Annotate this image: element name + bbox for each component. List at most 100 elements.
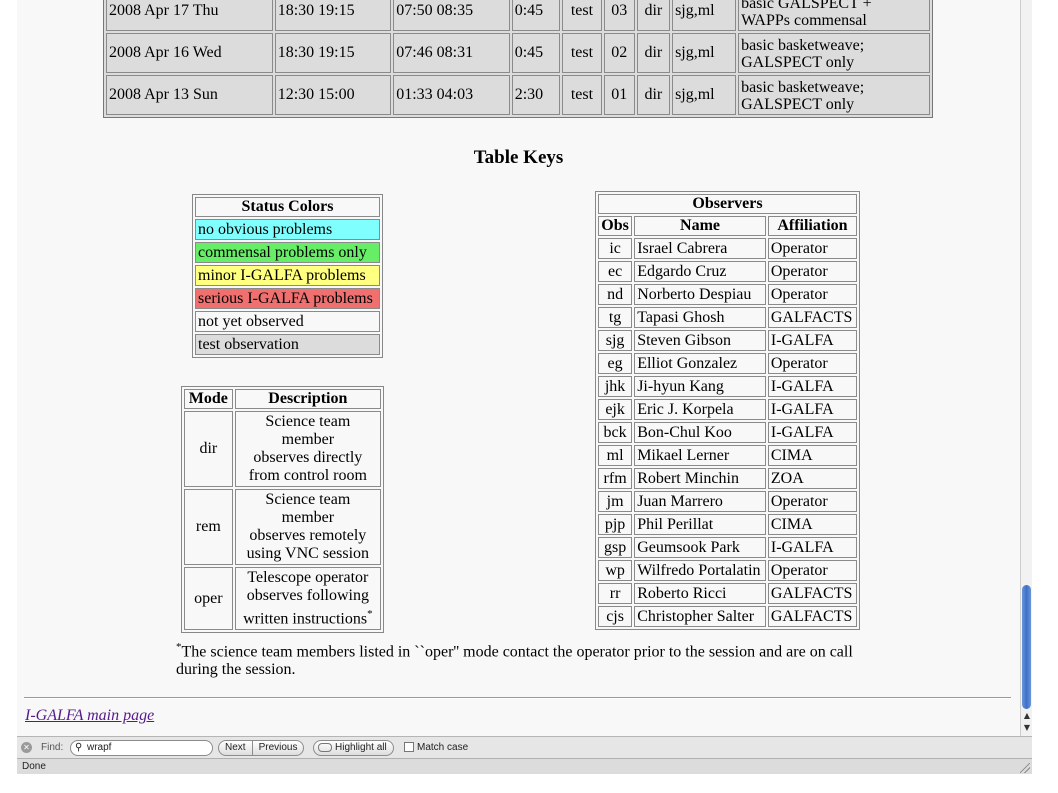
find-input-value: wrapf [87,742,112,753]
observer-row: tg Tapasi Ghosh GALFACTS [598,307,857,328]
observer-affiliation: Operator [767,261,857,282]
notes-line: GALSPECT only [741,53,855,71]
observer-name: Edgardo Cruz [634,261,766,282]
match-case-label: Match case [417,742,469,753]
mode-description-line: member [281,509,335,526]
observer-row: ejk Eric J. Korpela I-GALFA [598,399,857,420]
observer-initials: jhk [598,376,633,397]
divider [24,697,1011,699]
observer-initials: pjp [598,514,633,535]
main-page-link[interactable]: I-GALFA main page [25,707,154,725]
observer-row: eg Elliot Gonzalez Operator [598,353,857,374]
mode-description: Science team member observes directly from … [234,411,381,487]
status-color-row: commensal problems only [195,242,380,263]
observer-row: ml Mikael Lerner CIMA [598,445,857,466]
resize-grip-icon[interactable] [1020,763,1030,773]
observer-initials: bck [598,422,633,443]
table-keys-heading: Table Keys [473,147,564,168]
notes-cell: basic GALSPECT + WAPPs commensal [738,0,930,31]
find-label: Find: [41,742,64,753]
page-viewport: 2008 Apr 17 Thu 18:30 19:15 07:50 08:35 0:4… [17,0,1020,736]
mode-description-line: observes directly [253,449,363,466]
duration-cell: 0:45 [511,0,561,31]
observer-name: Geumsook Park [634,537,766,558]
duration-cell: 2:30 [511,75,561,115]
close-find-bar-icon[interactable]: ✕ [21,742,32,753]
mode-description-line: written instructions* [243,608,373,628]
footnote-ref: * [367,608,373,620]
observer-affiliation: I-GALFA [767,399,857,420]
status-color-row: minor I-GALFA problems [195,265,380,286]
observer-affiliation: GALFACTS [767,606,857,627]
observer-affiliation: Operator [767,491,857,512]
mode-cell: dir [636,0,671,31]
match-case-checkbox[interactable]: Match case [404,742,468,753]
mode-row: dir Science team member observes directly fr… [184,411,381,487]
observer-affiliation: Operator [767,238,857,259]
observer-affiliation: I-GALFA [767,330,857,351]
highlight-icon [318,742,332,752]
observer-initials: cjs [598,606,633,627]
mode-description: Science team member observes remotely using… [234,489,381,565]
mode-description-line: using VNC session [246,545,370,562]
ast-cell: 07:46 08:31 [393,33,510,73]
mode-cell: dir [636,33,671,73]
status-color-label: test observation [195,334,380,355]
observer-initials: sjg [598,330,633,351]
observer-initials: rfm [598,468,633,489]
observer-name: Wilfredo Portalatin [634,560,766,581]
date-cell: 2008 Apr 16 Wed [106,33,273,73]
mode-description-line: Science team [265,491,351,508]
observer-name: Elliot Gonzalez [634,353,766,374]
mode-name: rem [184,489,233,565]
observer-affiliation: GALFACTS [767,583,857,604]
status-color-row: test observation [195,334,380,355]
observer-affiliation: I-GALFA [767,537,857,558]
observer-name: Phil Perillat [634,514,766,535]
mode-description-line: observes remotely [249,527,367,544]
status-color-label: no obvious problems [195,219,380,240]
date-cell: 2008 Apr 13 Sun [106,75,273,115]
observer-initials: nd [598,284,633,305]
observer-affiliation: CIMA [767,514,857,535]
observer-initials: rr [598,583,633,604]
find-next-button[interactable]: Next [219,741,252,755]
mode-description: Telescope operator observes following writ… [234,567,381,631]
observers-table: Observers Obs Name Affiliation ic Israel … [595,191,860,630]
observer-affiliation: Operator [767,353,857,374]
ast-cell: 07:50 08:35 [393,0,510,31]
checkbox-icon [404,742,414,753]
mode-row: rem Science team member observes remotely us… [184,489,381,565]
observer-name: Norberto Despiau [634,284,766,305]
highlight-all-label: Highlight all [335,742,387,753]
observer-initials: ejk [598,399,633,420]
observer-name: Robert Minchin [634,468,766,489]
observer-row: bck Bon-Chul Koo I-GALFA [598,422,857,443]
observer-initials: eg [598,353,633,374]
lst-cell: 18:30 19:15 [274,33,392,73]
modes-table: Mode Description dir Science team member ob… [181,386,384,634]
mode-name: dir [184,411,233,487]
observer-row: ic Israel Cabrera Operator [598,238,857,259]
status-color-row: serious I-GALFA problems [195,288,380,309]
status-color-row: not yet observed [195,311,380,332]
observer-affiliation: I-GALFA [767,422,857,443]
observer-affiliation: Operator [767,560,857,581]
notes-line: basic basketweave; [741,36,865,54]
observer-affiliation: Operator [767,284,857,305]
status-color-label: not yet observed [195,311,380,332]
scrollbar-thumb[interactable] [1022,585,1031,709]
obs-column-header: Obs [598,216,633,236]
session-cell: 03 [603,0,635,31]
status-color-row: no obvious problems [195,219,380,240]
observer-name: Tapasi Ghosh [634,307,766,328]
observer-affiliation: GALFACTS [767,307,857,328]
mode-description-line: member [281,431,335,448]
find-input[interactable]: ⚲ wrapf [70,740,213,756]
find-previous-button[interactable]: Previous [251,741,304,755]
notes-line: basic GALSPECT + [741,0,872,12]
status-bar: Done [17,758,1032,774]
observer-name: Mikael Lerner [634,445,766,466]
status-color-label: commensal problems only [195,242,380,263]
highlight-all-button[interactable]: Highlight all [313,740,394,756]
